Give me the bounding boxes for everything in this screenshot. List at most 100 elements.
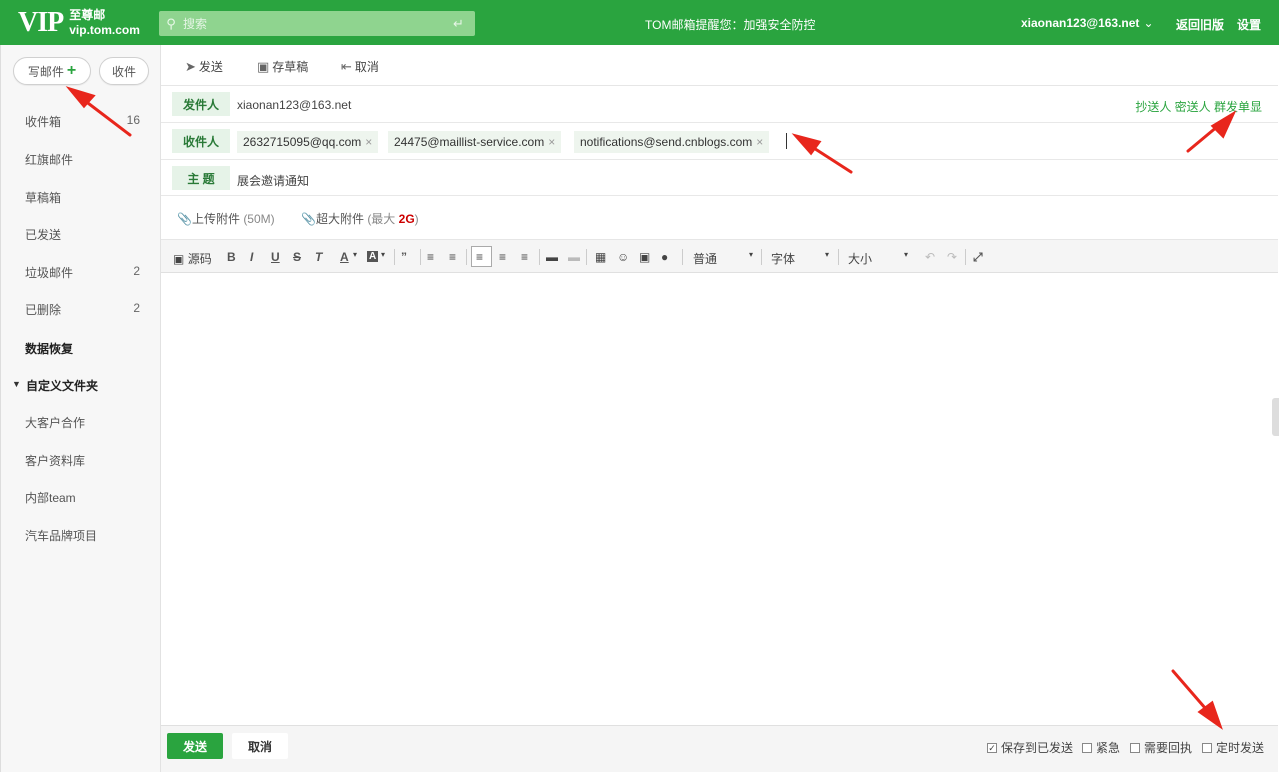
spam-count: 2 xyxy=(133,264,140,278)
remove-icon[interactable]: × xyxy=(548,135,555,149)
compose-toolbar: ➤ 发送 ▣ 存草稿 ⇤ 取消 xyxy=(161,45,1278,86)
receive-button[interactable]: 收件 xyxy=(99,57,149,85)
read-receipt-option[interactable]: 需要回执 xyxy=(1130,739,1192,756)
search-box[interactable]: ⚲ 搜索 ↵ xyxy=(159,11,475,36)
search-input[interactable]: 搜索 xyxy=(183,15,453,32)
doodle-icon[interactable]: ● xyxy=(661,250,668,264)
option-label: 紧急 xyxy=(1096,741,1121,755)
from-value[interactable]: xiaonan123@163.net xyxy=(237,98,351,112)
bullet-list-icon[interactable]: ≡ xyxy=(427,250,434,264)
sidebar-item-custom[interactable]: 汽车品牌项目 xyxy=(25,527,97,544)
compose-footer: 发送 取消 ✓ 保存到已发送 紧急 需要回执 定时发送 xyxy=(161,725,1278,772)
sidebar-item-custom[interactable]: 内部team xyxy=(25,489,76,506)
option-label: 保存到已发送 xyxy=(1001,741,1074,755)
toolbar-save-draft-button[interactable]: ▣ 存草稿 xyxy=(257,58,308,75)
sidebar-item-drafts[interactable]: 草稿箱 xyxy=(25,189,61,206)
remove-icon[interactable]: × xyxy=(365,135,372,149)
big-attachment-prefix: (最大 xyxy=(367,212,399,226)
size-select[interactable]: 大小 xyxy=(848,250,872,267)
background-color-icon[interactable]: A xyxy=(367,251,379,262)
link-icon[interactable]: ▬ xyxy=(546,250,558,264)
chevron-down-icon[interactable]: ▾ xyxy=(825,250,829,259)
sidebar-item-custom[interactable]: 客户资料库 xyxy=(25,452,85,469)
big-attachment-button[interactable]: 📎超大附件 (最大 2G) xyxy=(301,210,419,227)
cc-bcc-links[interactable]: 抄送人 密送人 群发单显 xyxy=(1135,98,1262,115)
underline-icon[interactable]: U xyxy=(271,250,280,264)
fullscreen-icon[interactable]: ⤢ xyxy=(973,250,983,265)
unlink-icon[interactable]: ▬ xyxy=(568,250,580,264)
cancel-button[interactable]: 取消 xyxy=(232,733,288,759)
custom-folders-title[interactable]: 自定义文件夹 xyxy=(26,377,98,394)
send-button[interactable]: 发送 xyxy=(167,733,223,759)
chevron-down-icon[interactable]: ▾ xyxy=(904,250,908,259)
image-icon[interactable]: ▣ xyxy=(639,250,650,264)
upload-attachment-label: 上传附件 xyxy=(191,212,240,226)
enter-icon[interactable]: ↵ xyxy=(453,16,475,32)
paragraph-select[interactable]: 普通 xyxy=(693,250,717,267)
recipient-chip[interactable]: notifications@send.cnblogs.com × xyxy=(574,131,770,153)
urgent-option[interactable]: 紧急 xyxy=(1082,739,1120,756)
remove-icon[interactable]: × xyxy=(756,135,763,149)
subject-input[interactable]: 展会邀请通知 xyxy=(237,172,309,189)
chevron-down-icon[interactable]: ▾ xyxy=(353,250,357,259)
settings-link[interactable]: 设置 xyxy=(1237,16,1261,33)
bold-icon[interactable]: B xyxy=(227,250,236,264)
sidebar-item-sent[interactable]: 已发送 xyxy=(25,226,61,243)
side-collapse-handle[interactable] xyxy=(1272,398,1279,436)
checkbox[interactable] xyxy=(1082,742,1092,753)
logo[interactable]: VIP 至尊邮 vip.tom.com xyxy=(18,6,140,40)
clear-format-icon[interactable]: T xyxy=(315,250,322,264)
account-menu[interactable]: xiaonan123@163.net ⌄ xyxy=(1021,16,1154,30)
sidebar-item-spam[interactable]: 垃圾邮件 xyxy=(25,264,73,281)
checkbox-checked[interactable]: ✓ xyxy=(987,742,997,753)
undo-icon[interactable]: ↶ xyxy=(925,250,935,264)
align-center-icon[interactable]: ≡ xyxy=(499,250,506,264)
exit-icon: ⇤ xyxy=(341,58,352,74)
redo-icon[interactable]: ↷ xyxy=(947,250,957,264)
logo-subtitle: 至尊邮 vip.tom.com xyxy=(69,8,140,38)
font-color-icon[interactable]: A xyxy=(340,250,349,264)
option-label: 定时发送 xyxy=(1216,741,1265,755)
font-select[interactable]: 字体 xyxy=(771,250,795,267)
numbered-list-icon[interactable]: ≡ xyxy=(449,250,456,264)
checkbox[interactable] xyxy=(1202,742,1212,753)
quote-icon[interactable]: ” xyxy=(401,250,407,264)
align-right-icon[interactable]: ≡ xyxy=(521,250,528,264)
italic-icon[interactable]: I xyxy=(250,250,253,264)
upload-attachment-button[interactable]: 📎上传附件 (50M) xyxy=(177,210,275,227)
old-version-link[interactable]: 返回旧版 xyxy=(1176,16,1224,33)
top-bar: VIP 至尊邮 vip.tom.com ⚲ 搜索 ↵ TOM邮箱提醒您：加强安全… xyxy=(0,0,1279,45)
toolbar-cancel-label: 取消 xyxy=(354,60,379,74)
font-value: 字体 xyxy=(771,252,796,266)
sidebar-item-inbox[interactable]: 收件箱 xyxy=(25,113,61,130)
message-body-editor[interactable] xyxy=(161,273,1278,725)
chevron-down-icon[interactable]: ▾ xyxy=(381,250,385,259)
from-label: 发件人 xyxy=(172,92,230,116)
chevron-down-icon[interactable]: ▾ xyxy=(749,250,753,259)
source-code-button[interactable]: ▣ 源码 xyxy=(173,250,212,267)
toolbar-divider xyxy=(539,249,540,265)
compose-panel: ➤ 发送 ▣ 存草稿 ⇤ 取消 发件人 xiaonan123@163.net 抄… xyxy=(161,45,1278,772)
account-email: xiaonan123@163.net xyxy=(1021,16,1140,30)
align-left-icon[interactable]: ≡ xyxy=(476,250,483,264)
sidebar-item-flagged[interactable]: 红旗邮件 xyxy=(25,151,73,168)
compose-button[interactable]: 写邮件 + xyxy=(13,57,91,85)
recipient-chip[interactable]: 2632715095@qq.com × xyxy=(237,131,379,153)
toolbar-send-button[interactable]: ➤ 发送 xyxy=(185,58,223,75)
checkbox[interactable] xyxy=(1130,742,1140,753)
table-icon[interactable]: ▦ xyxy=(595,250,606,264)
recipient-chip[interactable]: 24475@maillist-service.com × xyxy=(388,131,562,153)
paragraph-value: 普通 xyxy=(693,252,718,266)
triangle-down-icon[interactable]: ▼ xyxy=(12,379,21,389)
sidebar-item-deleted[interactable]: 已删除 xyxy=(25,301,61,318)
scheduled-send-option[interactable]: 定时发送 xyxy=(1202,739,1264,756)
strikethrough-icon[interactable]: S xyxy=(293,250,301,264)
toolbar-cancel-button[interactable]: ⇤ 取消 xyxy=(341,58,379,75)
to-label[interactable]: 收件人 xyxy=(172,129,230,153)
to-row[interactable]: 收件人 2632715095@qq.com × 24475@maillist-s… xyxy=(161,123,1278,160)
sidebar-item-recovery[interactable]: 数据恢复 xyxy=(25,340,73,357)
toolbar-divider xyxy=(394,249,395,265)
sidebar-item-custom[interactable]: 大客户合作 xyxy=(25,414,85,431)
save-to-sent-option[interactable]: ✓ 保存到已发送 xyxy=(987,739,1073,756)
emoji-icon[interactable]: ☺ xyxy=(617,250,629,264)
